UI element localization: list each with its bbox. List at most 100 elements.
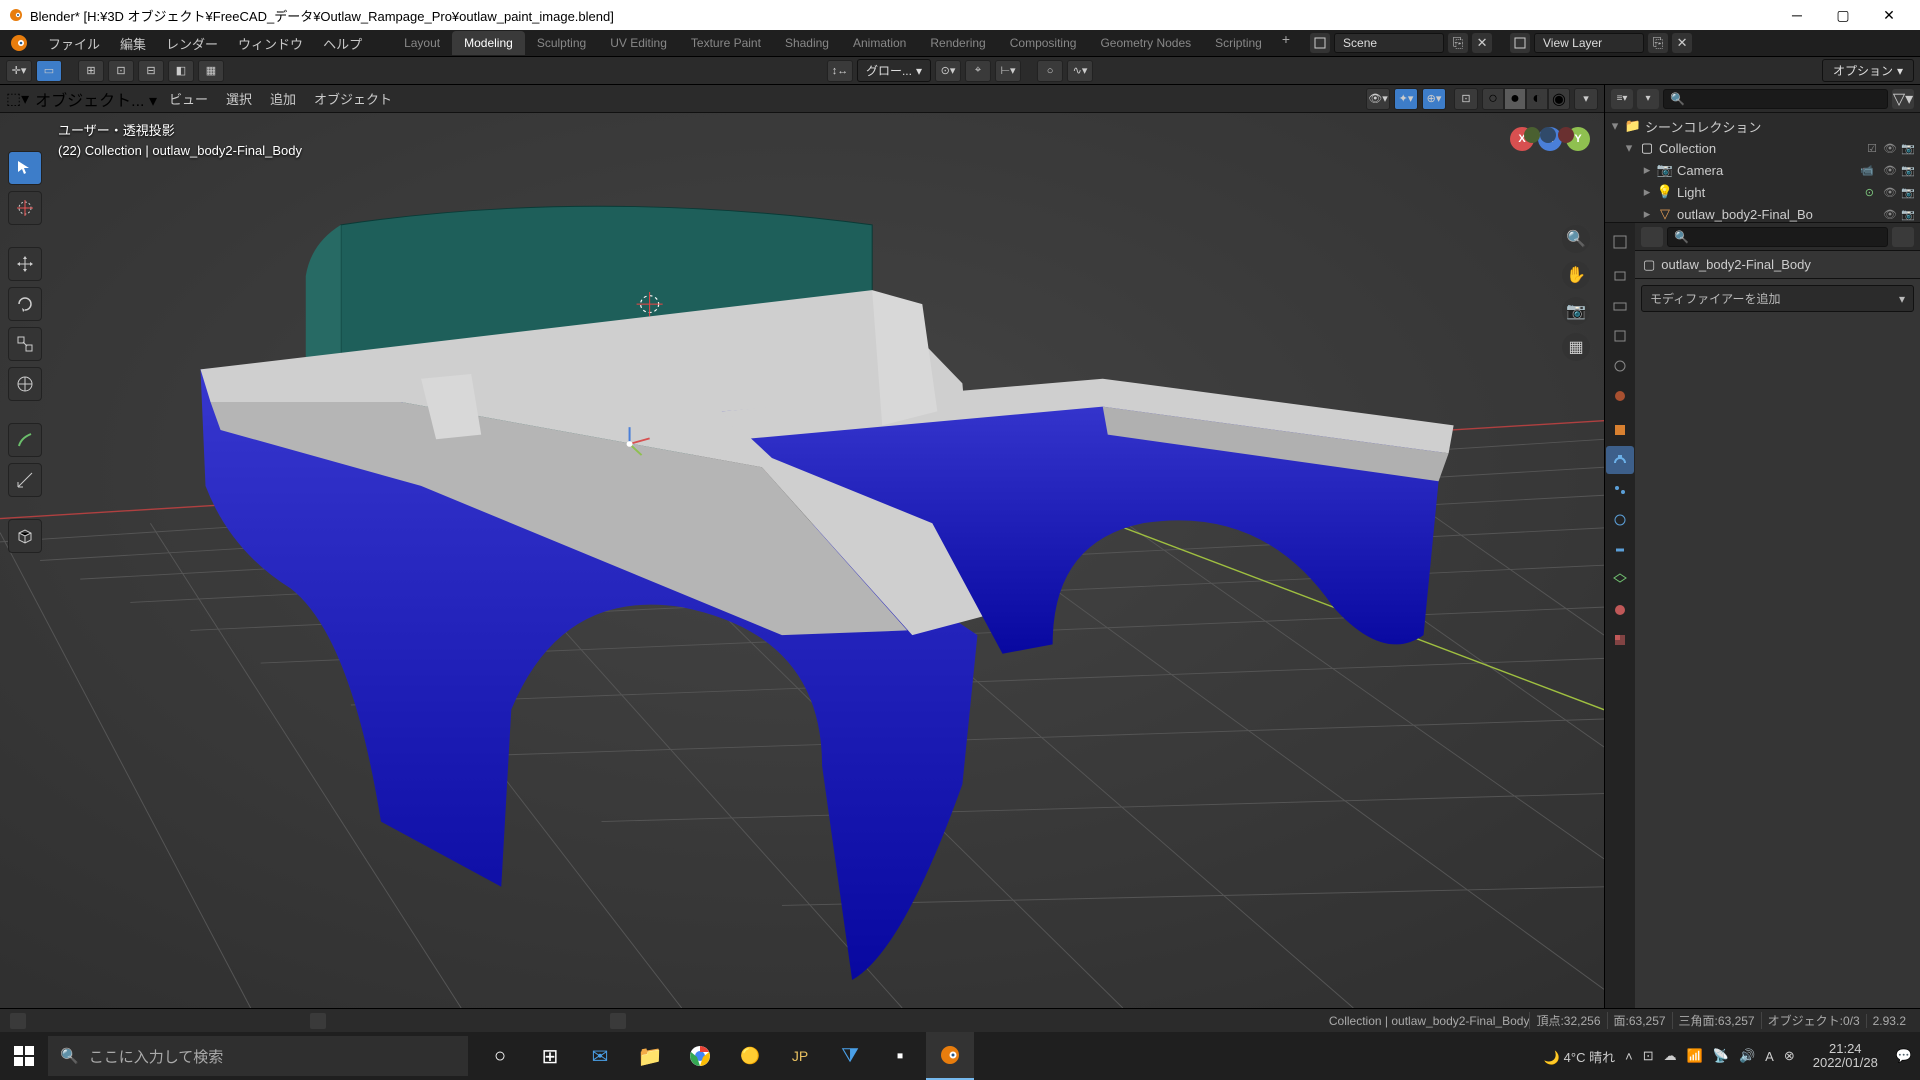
outliner-editor-type[interactable]: ≡▾ [1611,89,1633,109]
prop-tab-texture[interactable] [1606,626,1634,654]
prop-tab-particles[interactable] [1606,476,1634,504]
weather-widget[interactable]: 🌙 4°C 晴れ [1544,1047,1615,1066]
wireframe-shading[interactable]: ○ [1482,88,1504,110]
add-primitive-tool[interactable] [8,519,42,553]
taskbar-clock[interactable]: 21:24 2022/01/28 [1805,1042,1886,1071]
pivot-mode-button-4[interactable]: ◧ [168,60,194,82]
xray-toggle[interactable]: ⊡ [1454,88,1478,110]
ime-status-icon[interactable]: ⊗ [1784,1048,1795,1064]
prop-tab-material[interactable] [1606,596,1634,624]
orientation-dropdown[interactable]: グロー... ▾ [857,59,931,82]
volume-icon[interactable]: 🔊 [1739,1048,1755,1064]
menu-edit[interactable]: 編集 [110,30,156,56]
notifications-icon[interactable]: 💬 [1896,1048,1912,1064]
solid-shading[interactable]: ● [1504,88,1526,110]
context-object-name[interactable]: outlaw_body2-Final_Body [1661,257,1811,272]
properties-search-input[interactable] [1667,227,1888,247]
object-menu[interactable]: オブジェクト [308,89,398,108]
prop-tab-world[interactable] [1606,382,1634,410]
window-minimize-button[interactable]: ─ [1774,0,1820,30]
proportional-edit-toggle[interactable]: ○ [1037,60,1063,82]
browse-scene-icon[interactable] [1310,33,1330,53]
prop-tab-data[interactable] [1606,566,1634,594]
mail-icon[interactable]: ✉ [576,1032,624,1080]
tab-sculpting[interactable]: Sculpting [525,31,598,55]
pivot-mode-button-3[interactable]: ⊟ [138,60,164,82]
blender-menu-icon[interactable] [6,30,32,56]
add-menu[interactable]: 追加 [264,89,302,108]
measure-tool[interactable] [8,463,42,497]
cursor-tool-icon[interactable]: ✛▾ [6,60,32,82]
add-workspace-button[interactable]: + [1274,31,1298,55]
prop-tab-render[interactable] [1606,262,1634,290]
select-tool-icon[interactable]: ▭ [36,60,62,82]
editor-type-button[interactable]: ⬚▾ [6,89,29,109]
camera-view-icon[interactable]: 📷 [1562,297,1590,325]
blender-taskbar-icon[interactable] [926,1032,974,1080]
start-button[interactable] [0,1032,48,1080]
select-box-tool[interactable] [8,151,42,185]
vscode-icon[interactable]: ⧩ [826,1032,874,1080]
viewport-canvas[interactable] [0,113,1604,1008]
navigation-gizmo[interactable]: Z X Y [1510,127,1590,207]
menu-window[interactable]: ウィンドウ [228,30,313,56]
move-tool[interactable] [8,247,42,281]
scene-name-input[interactable] [1334,33,1444,53]
new-layer-button[interactable]: ⎘ [1648,33,1668,53]
pan-icon[interactable]: ✋ [1562,261,1590,289]
taskview-icon[interactable]: ⊞ [526,1032,574,1080]
outliner-filter-button[interactable]: ▽▾ [1892,89,1914,109]
cursor-tool[interactable] [8,191,42,225]
orientation-icon[interactable]: ↕↔ [827,60,853,82]
menu-render[interactable]: レンダー [156,30,228,56]
rotate-tool[interactable] [8,287,42,321]
prop-tab-output[interactable] [1606,292,1634,320]
prop-tab-object[interactable] [1606,416,1634,444]
wifi-icon[interactable]: 📡 [1713,1048,1729,1064]
tray-chevron-icon[interactable]: ˄ [1625,1049,1633,1064]
add-modifier-dropdown[interactable]: モディファイアーを追加 ▾ [1641,285,1914,312]
app-y-icon[interactable]: 🟡 [726,1032,774,1080]
outliner-tree[interactable]: ▾ 📁 シーンコレクション ▾ ▢ Collection ☑👁📷 ▸ 📷 Cam… [1605,113,1920,223]
prop-tab-physics[interactable] [1606,506,1634,534]
properties-options[interactable] [1892,227,1914,247]
tab-layout[interactable]: Layout [392,31,452,55]
new-scene-button[interactable]: ⎘ [1448,33,1468,53]
window-maximize-button[interactable]: ▢ [1820,0,1866,30]
select-menu[interactable]: 選択 [220,89,258,108]
tab-geometry-nodes[interactable]: Geometry Nodes [1088,31,1203,55]
tab-shading[interactable]: Shading [773,31,841,55]
pivot-mode-button-1[interactable]: ⊞ [78,60,104,82]
shading-options-dropdown[interactable]: ▾ [1574,88,1598,110]
prop-tab-constraints[interactable] [1606,536,1634,564]
menu-help[interactable]: ヘルプ [313,30,372,56]
tab-uv-editing[interactable]: UV Editing [598,31,679,55]
pivot-mode-button-5[interactable]: ▦ [198,60,224,82]
pivot-mode-button-2[interactable]: ⊡ [108,60,134,82]
tab-scripting[interactable]: Scripting [1203,31,1274,55]
menu-file[interactable]: ファイル [38,30,110,56]
delete-layer-button[interactable]: ✕ [1672,33,1692,53]
browse-layer-icon[interactable] [1510,33,1530,53]
onedrive-icon[interactable]: ⊡ [1643,1048,1654,1064]
gizmo-toggle[interactable]: ✦▾ [1394,88,1418,110]
annotate-tool[interactable] [8,423,42,457]
window-close-button[interactable]: ✕ [1866,0,1912,30]
prop-tab-modifier[interactable] [1606,446,1634,474]
delete-scene-button[interactable]: ✕ [1472,33,1492,53]
zoom-icon[interactable]: 🔍 [1562,225,1590,253]
system-tray[interactable]: 🌙 4°C 晴れ ˄ ⊡ ☁ 📶 📡 🔊 A ⊗ 21:24 2022/01/2… [1536,1042,1920,1071]
tab-rendering[interactable]: Rendering [918,31,997,55]
overlays-toggle[interactable]: ⊕▾ [1422,88,1446,110]
cortana-icon[interactable]: ○ [476,1032,524,1080]
taskbar-search[interactable]: 🔍 ここに入力して検索 [48,1036,468,1076]
tab-animation[interactable]: Animation [841,31,918,55]
prop-tab-tool[interactable] [1606,228,1634,256]
prop-tab-viewlayer[interactable] [1606,322,1634,350]
rendered-shading[interactable]: ◉ [1548,88,1570,110]
mode-dropdown[interactable]: オブジェクト... ▾ [35,87,157,111]
terminal-icon[interactable]: ▪ [876,1032,924,1080]
cloud-icon[interactable]: ☁ [1664,1048,1677,1064]
tab-texture-paint[interactable]: Texture Paint [679,31,773,55]
app-jp-icon[interactable]: JP [776,1032,824,1080]
